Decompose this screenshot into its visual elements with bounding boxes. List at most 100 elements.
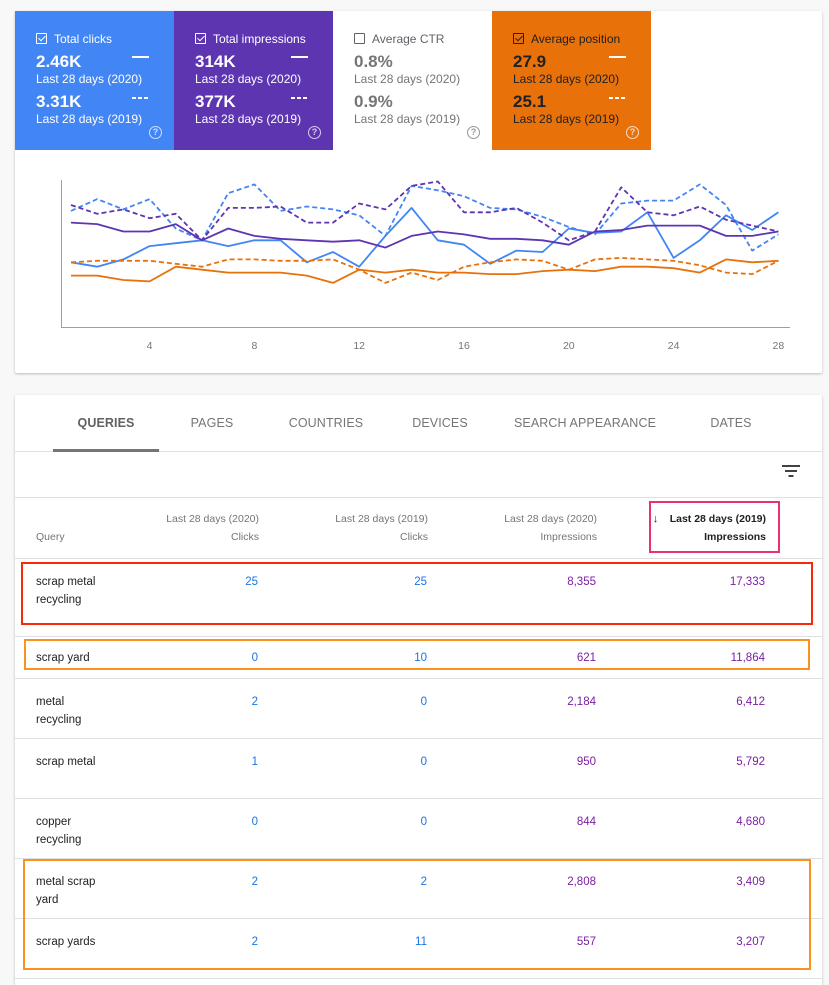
table-row[interactable]: scrap yards 2 11 557 3,207 [15,919,822,979]
chart-series [70,180,779,284]
tab-dates[interactable]: DATES [698,395,764,452]
tab-countries[interactable]: COUNTRIES [281,395,371,452]
metric-average-position[interactable]: Average position 27.9 Last 28 days (2020… [492,11,651,150]
query-cell: scrap yard [36,652,90,664]
x-tick-label: 24 [668,340,680,352]
impressions-2020-cell: 950 [576,756,596,768]
metric-value-2020: 2.46K [36,52,82,71]
metric-period-2019: Last 28 days (2019) [195,112,302,126]
x-tick-label: 20 [563,340,575,352]
metric-label: Total clicks [54,31,113,46]
help-icon[interactable]: ? [308,126,321,139]
column-header-impressions-2019-sorted[interactable]: ↓ Last 28 days (2019) Impressions [653,510,766,546]
query-cell: scrap yards [36,936,96,948]
clicks-2020-cell: 25 [245,576,258,588]
metric-value-2019: 3.31K [36,92,82,111]
solid-line-legend-icon [132,56,149,58]
filter-list-icon[interactable] [782,465,800,479]
tab-queries[interactable]: QUERIES [53,395,159,452]
column-header-impressions-2020[interactable]: Last 28 days (2020) Impressions [504,510,597,546]
chart-x-ticks: 4 8 12 16 20 24 28 [147,340,785,352]
table-row[interactable]: scrap yard 0 10 621 11,864 [15,637,822,679]
checkbox-checked-icon[interactable] [195,33,206,44]
solid-line-legend-icon [291,56,308,58]
table-row[interactable]: metal scrap yard 2 2 2,808 3,409 [15,859,822,919]
solid-line-legend-icon [609,56,626,58]
checkbox-unchecked-icon[interactable] [354,33,365,44]
series-line-impressions-2019[interactable] [70,180,779,242]
series-line-clicks-2019[interactable] [70,183,779,252]
query-cell: metal recycling [36,696,82,726]
metric-label: Total impressions [213,31,306,46]
impressions-2019-cell: 3,207 [736,936,765,948]
dashed-line-legend-icon [291,97,308,99]
query-cell: copper recycling [36,816,82,846]
table-header: Query Last 28 days (2020) Clicks Last 28… [15,498,822,559]
dashed-line-legend-icon [132,97,149,99]
column-header-clicks-2019[interactable]: Last 28 days (2019) Clicks [335,510,428,546]
table-row[interactable]: scrap metal recycling 25 25 8,355 17,333 [15,559,822,637]
metric-value-2019: 25.1 [513,92,547,111]
metric-average-ctr[interactable]: Average CTR 0.8% Last 28 days (2020) 0.9… [333,11,492,150]
tab-pages[interactable]: PAGES [178,395,246,452]
tab-devices[interactable]: DEVICES [403,395,477,452]
query-cell: scrap metal [36,756,96,768]
metric-period-2020: Last 28 days (2020) [513,72,620,86]
checkbox-checked-icon[interactable] [36,33,47,44]
metric-total-clicks[interactable]: Total clicks 2.46K Last 28 days (2020) 3… [15,11,174,150]
dimension-tabs: QUERIES PAGES COUNTRIES DEVICES SEARCH A… [15,395,822,452]
table-row[interactable]: copper recycling 0 0 844 4,680 [15,799,822,859]
clicks-2019-cell: 10 [414,652,427,664]
metric-period-2019: Last 28 days (2019) [513,112,620,126]
table-row[interactable]: scrap metal 1 0 950 5,792 [15,739,822,799]
metric-value-2020: 314K [195,52,236,71]
x-tick-label: 16 [458,340,470,352]
metric-total-impressions[interactable]: Total impressions 314K Last 28 days (202… [174,11,333,150]
tab-search-appearance[interactable]: SEARCH APPEARANCE [512,395,658,452]
performance-chart[interactable]: 4 8 12 16 20 24 28 [15,150,822,373]
column-header-query[interactable]: Query [36,528,65,546]
impressions-2020-cell: 621 [576,652,596,664]
metric-period-2020: Last 28 days (2020) [36,72,143,86]
help-icon[interactable]: ? [149,126,162,139]
impressions-2019-cell: 3,409 [736,876,765,888]
dashed-line-legend-icon [609,97,626,99]
column-header-metric: Impressions [704,531,766,543]
metric-period-2019: Last 28 days (2019) [354,112,461,126]
query-cell: metal scrap yard [36,876,96,906]
series-line-clicks-2020[interactable] [70,207,779,268]
series-line-position-2020[interactable] [71,258,779,284]
column-header-metric: Impressions [540,531,597,543]
clicks-2020-cell: 1 [251,756,258,768]
table-row[interactable]: metal recycling 2 0 2,184 6,412 [15,679,822,739]
impressions-2019-cell: 17,333 [729,576,765,588]
metric-tiles: Total clicks 2.46K Last 28 days (2020) 3… [15,11,651,150]
clicks-2020-cell: 2 [251,876,258,888]
help-icon[interactable]: ? [467,126,480,139]
impressions-2020-cell: 8,355 [567,576,596,588]
column-header-clicks-2020[interactable]: Last 28 days (2020) Clicks [166,510,259,546]
metric-period-2020: Last 28 days (2020) [354,72,461,86]
clicks-2020-cell: 2 [251,696,258,708]
table-toolbar [15,452,822,498]
column-header-period: Last 28 days (2020) [166,513,259,525]
column-header-period: Last 28 days (2019) [669,513,766,525]
impressions-2019-cell: 5,792 [736,756,765,768]
x-tick-label: 28 [773,340,785,352]
column-header-metric: Clicks [231,531,259,543]
metric-value-2020: 27.9 [513,52,547,71]
line-chart-svg: 4 8 12 16 20 24 28 [61,180,790,352]
checkbox-checked-icon[interactable] [513,33,524,44]
results-table-card: QUERIES PAGES COUNTRIES DEVICES SEARCH A… [15,395,822,985]
impressions-2019-cell: 11,864 [730,652,765,664]
help-icon[interactable]: ? [626,126,639,139]
impressions-2020-cell: 2,184 [567,696,596,708]
clicks-2019-cell: 0 [420,816,427,828]
impressions-2020-cell: 2,808 [567,876,596,888]
x-tick-label: 4 [147,340,153,352]
clicks-2019-cell: 0 [420,696,427,708]
impressions-2020-cell: 557 [576,936,596,948]
metric-value-2019: 0.9% [354,92,393,111]
clicks-2020-cell: 0 [251,816,258,828]
arrow-down-sort-icon[interactable]: ↓ [653,510,659,528]
